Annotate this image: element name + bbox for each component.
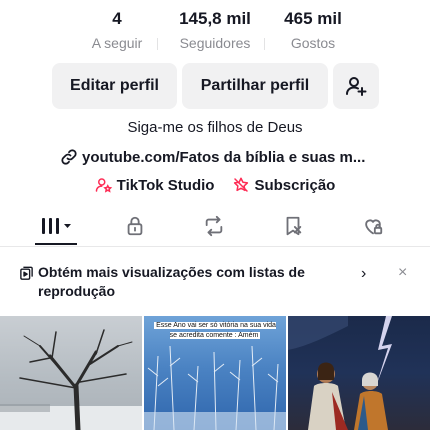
active-tab-indicator (35, 243, 77, 245)
followers-count: 145,8 mil (179, 9, 251, 28)
tiktok-studio-link[interactable]: TikTok Studio (95, 176, 215, 194)
edit-profile-button[interactable]: Editar perfil (52, 63, 177, 109)
playlist-promo-text: Obtém mais visualizações com listas de r… (38, 264, 305, 299)
jesus-lightning-image (288, 316, 392, 430)
repost-icon (205, 215, 223, 237)
profile-link[interactable]: youtube.com/Fatos da bíblia e suas m... (60, 146, 380, 168)
video-thumbnail[interactable]: Esse Ano vai ser só vitória na sua vida … (144, 316, 286, 430)
close-icon[interactable]: × (398, 264, 407, 282)
tiktok-studio-label: TikTok Studio (116, 176, 215, 194)
followers-stat[interactable]: 145,8 mil Seguidores (160, 8, 270, 53)
bookmark-icon (286, 216, 302, 236)
chevron-right-icon[interactable]: › (361, 265, 366, 283)
tab-private[interactable] (105, 207, 165, 245)
subscription-star-icon (234, 177, 249, 192)
video-caption: Esse Ano vai ser só vitória na sua vida … (152, 321, 278, 341)
likes-stat[interactable]: 465 mil Gostos (258, 8, 368, 53)
profile-bio: Siga-me os filhos de Deus (127, 119, 303, 136)
share-profile-button[interactable]: Partilhar perfil (182, 63, 328, 109)
video-thumbnail[interactable] (0, 316, 142, 430)
tab-favorites[interactable] (263, 207, 323, 245)
playlist-icon (20, 266, 33, 280)
following-label: A seguir (91, 35, 143, 51)
profile-tabs (0, 207, 430, 247)
profile-stats: 4 A seguir 145,8 mil Seguidores 465 mil … (0, 8, 430, 54)
following-count: 4 (112, 9, 122, 28)
followers-label: Seguidores (179, 35, 251, 51)
tab-reposts[interactable] (184, 207, 244, 245)
playlist-promo-banner[interactable]: Obtém mais visualizações com listas de r… (0, 247, 430, 315)
add-user-icon (346, 77, 367, 96)
tab-videos[interactable] (26, 207, 86, 245)
link-icon (61, 149, 77, 165)
lock-icon (127, 216, 143, 236)
profile-shortcuts: TikTok Studio Subscrição (0, 174, 430, 196)
liked-heart-icon (365, 219, 383, 235)
video-thumbnail[interactable] (288, 316, 430, 430)
video-grid: Esse Ano vai ser só vitória na sua vida … (0, 316, 430, 430)
likes-label: Gostos (290, 35, 336, 51)
stat-divider (157, 38, 158, 50)
profile-link-text: youtube.com/Fatos da bíblia e suas m... (82, 148, 366, 166)
tab-liked[interactable] (343, 207, 403, 245)
subscription-label: Subscrição (254, 176, 336, 194)
grid-icon (42, 218, 71, 234)
add-friends-button[interactable] (333, 63, 379, 109)
studio-user-icon (95, 178, 112, 193)
video-caption-text: Esse Ano vai ser só vitória na sua vida … (154, 322, 276, 339)
following-stat[interactable]: 4 A seguir (62, 8, 172, 53)
snowy-tree-image (0, 329, 142, 430)
subscription-link[interactable]: Subscrição (232, 176, 335, 194)
likes-count: 465 mil (284, 9, 342, 28)
